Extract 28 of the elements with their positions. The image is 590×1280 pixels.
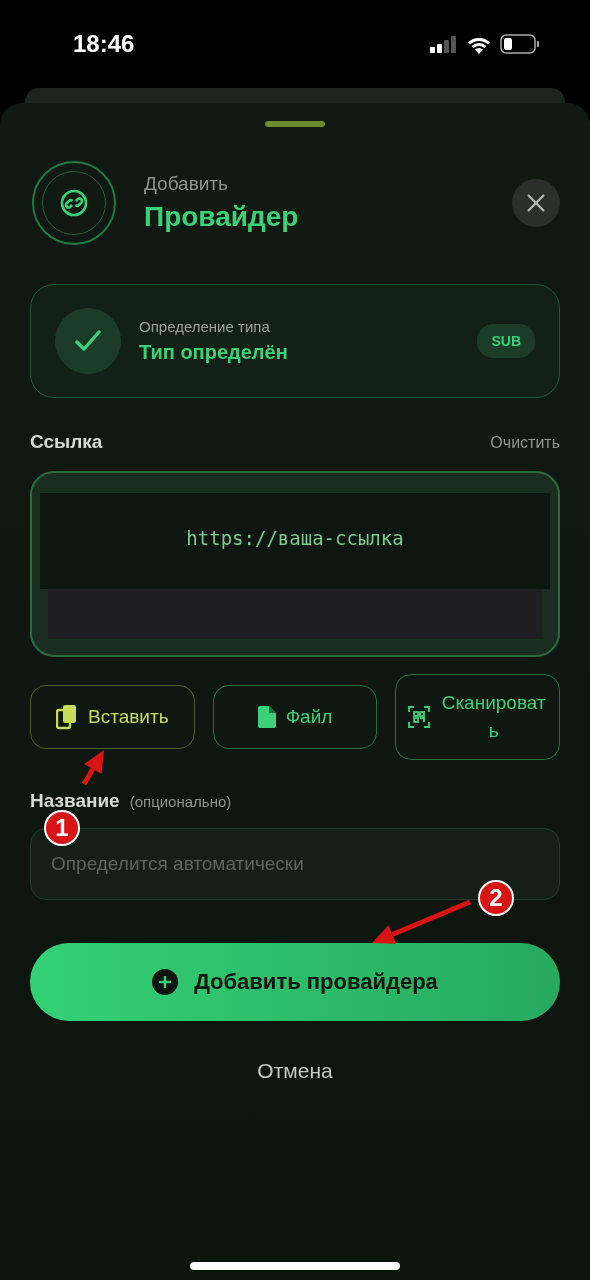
add-provider-button[interactable]: Добавить провайдера — [30, 943, 560, 1021]
detection-status: Тип определён — [139, 341, 289, 364]
qr-scan-icon — [407, 706, 430, 728]
detection-label: Определение типа — [139, 318, 271, 335]
optional-hint: (опционально) — [129, 793, 232, 810]
paste-button[interactable]: Вставить — [30, 685, 195, 749]
link-field[interactable]: https://ваша-ссылка — [40, 493, 550, 589]
link-label: Ссылка — [30, 431, 103, 453]
signal-icon — [430, 35, 458, 53]
name-label: Название — [30, 790, 120, 812]
type-tag: SUB — [477, 324, 535, 358]
file-icon — [257, 706, 276, 728]
battery-icon — [500, 34, 540, 54]
file-button[interactable]: Файл — [212, 685, 378, 749]
sheet-title: Провайдер — [144, 201, 300, 233]
check-icon — [75, 330, 101, 352]
close-button[interactable] — [512, 179, 560, 227]
clipboard-icon — [56, 704, 79, 730]
sheet-subtitle: Добавить — [144, 173, 229, 195]
annotation-arrow — [81, 750, 104, 786]
close-icon — [527, 194, 545, 212]
scan-button[interactable]: Сканировать — [395, 674, 560, 760]
clock-time: 18:46 — [73, 30, 135, 58]
plus-circle-icon — [152, 969, 179, 995]
clear-link[interactable]: Очистить — [490, 434, 560, 452]
drag-handle[interactable] — [265, 121, 325, 127]
link-icon — [60, 189, 88, 217]
cancel-button[interactable]: Отмена — [257, 1059, 333, 1083]
